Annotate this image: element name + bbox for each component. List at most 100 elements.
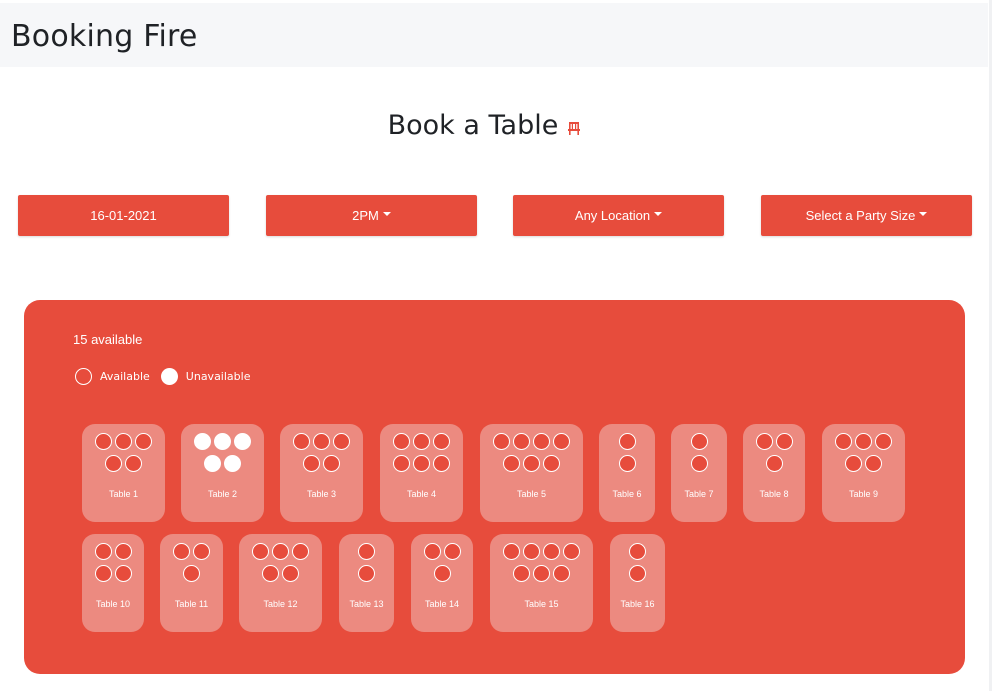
unavailable-seat-icon	[204, 455, 221, 472]
available-seat-icon	[105, 455, 122, 472]
time-dropdown[interactable]: 2PM	[266, 195, 477, 236]
available-seat-icon	[183, 565, 200, 582]
available-seat-icon	[393, 433, 410, 450]
seat-row	[671, 433, 727, 450]
available-seat-icon	[875, 433, 892, 450]
available-seat-icon	[293, 433, 310, 450]
available-seat-icon	[115, 433, 132, 450]
seat-row	[181, 433, 264, 450]
table-card[interactable]: Table 4	[380, 424, 463, 522]
available-seat-icon	[618, 455, 636, 472]
available-seat-icon	[865, 455, 882, 472]
page-title-text: Book a Table	[387, 110, 559, 141]
table-label: Table 2	[207, 489, 238, 499]
available-seat-icon	[114, 565, 132, 582]
available-seat-icon	[173, 543, 190, 560]
seat-row	[82, 543, 144, 560]
available-legend-label: Available	[100, 370, 150, 383]
table-card: Table 2	[181, 424, 264, 522]
available-seat-icon	[533, 565, 550, 582]
available-seat-icon	[262, 565, 279, 582]
available-seat-icon	[94, 543, 112, 560]
available-seat-icon	[423, 543, 441, 560]
seat-row	[599, 455, 655, 472]
table-card[interactable]: Table 12	[239, 534, 322, 632]
caret-down-icon	[919, 211, 928, 216]
seat-row	[411, 565, 473, 582]
table-card[interactable]: Table 11	[160, 534, 223, 632]
party-size-dropdown[interactable]: Select a Party Size	[761, 195, 972, 236]
available-seat-icon	[855, 433, 872, 450]
table-card[interactable]: Table 7	[671, 424, 727, 522]
location-dropdown[interactable]: Any Location	[513, 195, 724, 236]
table-card[interactable]: Table 10	[82, 534, 144, 632]
seat-row	[280, 433, 363, 450]
seat-row	[380, 433, 463, 450]
available-seat-icon	[493, 433, 510, 450]
table-label: Table 4	[406, 489, 437, 499]
table-label: Table 16	[620, 599, 655, 609]
brand-title[interactable]: Booking Fire	[11, 19, 198, 54]
table-label: Table 13	[349, 599, 384, 609]
unavailable-legend-icon	[160, 368, 178, 385]
table-label: Table 10	[95, 599, 131, 609]
available-seat-icon	[618, 433, 636, 450]
table-label: Table 9	[848, 489, 879, 499]
table-card[interactable]: Table 1	[82, 424, 165, 522]
seat-row	[610, 565, 665, 582]
table-card[interactable]: Table 5	[480, 424, 583, 522]
seat-row	[82, 565, 144, 582]
available-legend-icon	[75, 368, 92, 385]
available-seat-icon	[629, 543, 646, 560]
table-card[interactable]: Table 13	[339, 534, 394, 632]
available-seat-icon	[292, 543, 309, 560]
seat-row	[239, 565, 322, 582]
unavailable-seat-icon	[234, 433, 251, 450]
available-seat-icon	[94, 565, 112, 582]
available-seat-icon	[775, 433, 793, 450]
page-title: Book a Table	[0, 110, 968, 141]
table-card[interactable]: Table 6	[599, 424, 655, 522]
caret-down-icon	[382, 211, 391, 216]
available-seat-icon	[690, 455, 708, 472]
available-seat-icon	[755, 433, 773, 450]
unavailable-seat-icon	[194, 433, 211, 450]
available-seat-icon	[835, 433, 852, 450]
table-card[interactable]: Table 15	[490, 534, 593, 632]
available-seat-icon	[433, 565, 451, 582]
available-seat-icon	[313, 433, 330, 450]
table-card[interactable]: Table 9	[822, 424, 905, 522]
seat-row	[671, 455, 727, 472]
navbar: Booking Fire	[0, 3, 988, 67]
table-label: Table 8	[759, 489, 789, 499]
date-picker-button[interactable]: 16-01-2021	[18, 195, 229, 236]
available-seat-icon	[443, 543, 461, 560]
seat-row	[380, 455, 463, 472]
date-value: 16-01-2021	[90, 208, 157, 223]
table-card[interactable]: Table 16	[610, 534, 665, 632]
seat-row	[339, 543, 394, 560]
available-seat-icon	[845, 455, 862, 472]
available-seat-icon	[333, 433, 350, 450]
seat-row	[599, 433, 655, 450]
available-seat-icon	[95, 433, 112, 450]
seat-row	[160, 565, 223, 582]
party-size-value: Select a Party Size	[805, 208, 916, 223]
chair-icon	[568, 122, 581, 135]
available-seat-icon	[272, 543, 289, 560]
available-seat-icon	[765, 455, 783, 472]
table-card[interactable]: Table 14	[411, 534, 473, 632]
available-seat-icon	[563, 543, 580, 560]
table-card[interactable]: Table 8	[743, 424, 805, 522]
available-seat-icon	[553, 433, 570, 450]
seat-row	[411, 543, 473, 560]
table-label: Table 14	[424, 599, 460, 609]
available-seat-icon	[413, 433, 430, 450]
seat-row	[822, 455, 905, 472]
available-count: 15 available	[73, 332, 143, 347]
time-value: 2PM	[352, 208, 379, 223]
seat-row	[743, 433, 805, 450]
available-seat-icon	[323, 455, 340, 472]
available-seat-icon	[433, 455, 450, 472]
table-card[interactable]: Table 3	[280, 424, 363, 522]
